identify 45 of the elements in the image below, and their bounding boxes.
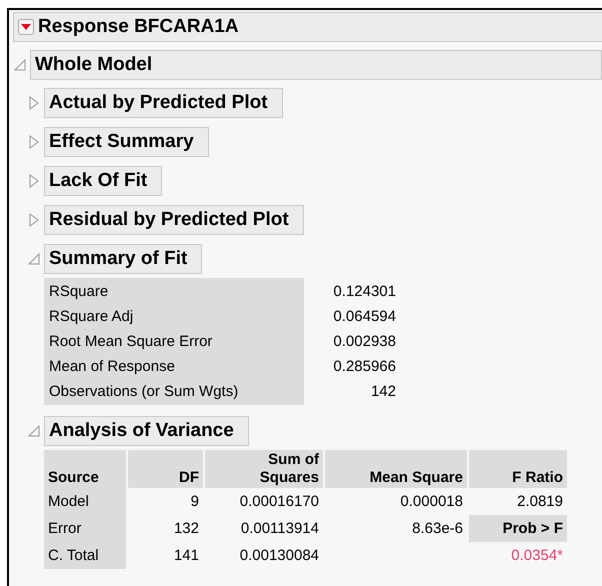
- row-label: Model: [44, 488, 126, 515]
- stat-value: 142: [370, 382, 396, 402]
- column-header: Mean Square: [325, 450, 467, 488]
- section-header[interactable]: Effect Summary: [44, 127, 209, 157]
- column-header: Source: [44, 450, 126, 488]
- row-label: Error: [44, 515, 126, 542]
- section-header[interactable]: Whole Model: [30, 50, 602, 80]
- collapsed-triangle-icon[interactable]: [29, 135, 39, 149]
- stat-value: 0.002938: [332, 332, 396, 352]
- table-cell-text: 2.0819: [516, 492, 564, 512]
- expanded-triangle-icon[interactable]: [14, 59, 26, 71]
- collapsed-triangle-icon[interactable]: [29, 213, 39, 227]
- table-cell: Prob > F: [469, 515, 567, 542]
- table-cell-text: 8.63e-6: [411, 519, 464, 539]
- table-cell-text: 0.0354*: [510, 546, 564, 566]
- column-header: DF: [128, 450, 203, 488]
- table-cell-text: 9: [190, 492, 200, 512]
- section-header[interactable]: Summary of Fit: [44, 244, 202, 274]
- stat-value: 0.285966: [332, 357, 396, 377]
- table-cell-text: 0.00130084: [238, 546, 320, 566]
- table-cell-text: 0.00016170: [238, 492, 320, 512]
- table-cell-text: 0.00113914: [240, 519, 320, 539]
- section-header[interactable]: Residual by Predicted Plot: [44, 205, 304, 235]
- expanded-triangle-icon[interactable]: [28, 253, 40, 265]
- section-header[interactable]: Analysis of Variance: [44, 416, 249, 446]
- stat-label: Mean of Response: [48, 357, 176, 377]
- stat-value: 0.064594: [332, 307, 396, 327]
- stat-label: RSquare Adj: [48, 307, 134, 327]
- column-header: F Ratio: [469, 450, 567, 488]
- disclosure-menu-icon[interactable]: [18, 19, 34, 35]
- table-cell-text: 0.000018: [399, 492, 464, 512]
- table-cell-text: 132: [172, 519, 200, 539]
- section-header[interactable]: Lack Of Fit: [44, 166, 162, 196]
- stat-label: Root Mean Square Error: [48, 332, 214, 352]
- table-cell-text: 141: [172, 546, 200, 566]
- expanded-triangle-icon[interactable]: [28, 425, 40, 437]
- report-title: Response BFCARA1A: [38, 14, 239, 39]
- row-label: C. Total: [44, 542, 126, 569]
- section-header[interactable]: Actual by Predicted Plot: [44, 88, 283, 118]
- stat-value: 0.124301: [332, 282, 396, 302]
- column-header: Sum of Squares: [205, 450, 323, 488]
- collapsed-triangle-icon[interactable]: [29, 174, 39, 188]
- stat-label: RSquare: [48, 282, 110, 302]
- collapsed-triangle-icon[interactable]: [29, 96, 39, 110]
- stat-label: Observations (or Sum Wgts): [48, 382, 240, 402]
